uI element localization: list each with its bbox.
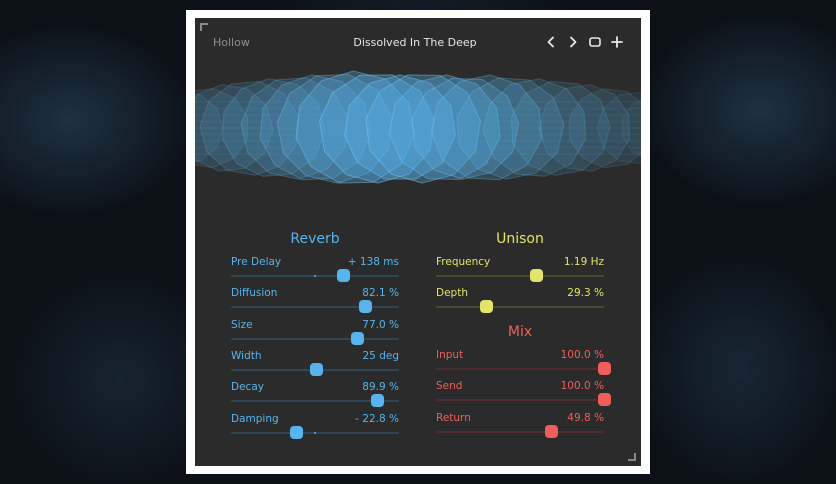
param-value[interactable]: 49.8 % <box>567 412 604 424</box>
slider-track[interactable] <box>231 337 399 340</box>
slider-center-marker <box>314 431 316 434</box>
window-button[interactable] <box>587 34 603 50</box>
param-value[interactable]: 1.19 Hz <box>564 256 604 268</box>
plus-icon <box>611 36 623 48</box>
slider-track[interactable] <box>436 399 604 402</box>
slider-thumb[interactable] <box>370 394 384 408</box>
param-label: Width <box>231 349 262 362</box>
mix-param-send: Send 100.0 % <box>436 380 611 407</box>
slider-thumb[interactable] <box>290 425 304 439</box>
param-value[interactable]: 100.0 % <box>561 349 604 361</box>
chevron-left-icon <box>547 36 554 48</box>
header-bar: Hollow Dissolved In The Deep <box>195 18 641 68</box>
param-value[interactable]: 82.1 % <box>362 287 399 299</box>
next-preset-button[interactable] <box>565 34 581 50</box>
window-icon <box>589 37 601 47</box>
reverb-param-decay: Decay 89.9 % <box>231 381 399 408</box>
slider-track[interactable] <box>436 275 604 277</box>
param-label: Decay <box>231 381 264 394</box>
param-value[interactable]: 77.0 % <box>362 319 399 331</box>
param-value[interactable]: 29.3 % <box>567 287 604 299</box>
param-label: Depth <box>436 287 468 300</box>
preset-bank-label[interactable]: Hollow <box>213 36 250 49</box>
param-label: Input <box>436 349 464 361</box>
slider-track[interactable] <box>436 368 604 370</box>
prev-preset-button[interactable] <box>543 34 559 50</box>
param-value[interactable]: 100.0 % <box>561 380 604 392</box>
chevron-right-icon <box>570 36 577 48</box>
slider-thumb[interactable] <box>337 269 351 282</box>
slider-center-marker <box>314 275 316 277</box>
mix-param-input: Input 100.0 % <box>436 349 611 375</box>
param-label: Send <box>436 380 463 393</box>
slider-thumb[interactable] <box>597 393 611 407</box>
slider-track[interactable] <box>436 430 604 433</box>
slider-thumb[interactable] <box>358 300 372 314</box>
reverb-param-size: Size 77.0 % <box>231 319 399 345</box>
slider-thumb[interactable] <box>310 362 324 376</box>
slider-thumb[interactable] <box>597 362 611 375</box>
param-value[interactable]: - 22.8 % <box>355 413 399 425</box>
add-preset-button[interactable] <box>609 34 625 50</box>
param-label: Return <box>436 411 471 424</box>
reverb-param-pre-delay: Pre Delay + 138 ms <box>231 256 399 282</box>
param-value[interactable]: 25 deg <box>363 350 400 362</box>
preset-name[interactable]: Dissolved In The Deep <box>315 36 515 49</box>
slider-track[interactable] <box>231 306 399 309</box>
param-value[interactable]: 89.9 % <box>362 381 399 393</box>
resize-handle-icon[interactable] <box>628 453 636 461</box>
param-label: Frequency <box>436 256 491 268</box>
param-value[interactable]: + 138 ms <box>348 256 399 268</box>
unison-title: Unison <box>496 231 544 247</box>
param-label: Pre Delay <box>231 256 282 268</box>
plugin-window: Hollow Dissolved In The Deep Reverb Pre … <box>195 18 641 466</box>
slider-thumb[interactable] <box>530 269 544 282</box>
reverb-title: Reverb <box>290 231 340 247</box>
reverb-param-diffusion: Diffusion 82.1 % <box>231 287 399 314</box>
slider-track[interactable] <box>436 306 604 309</box>
param-label: Diffusion <box>231 287 278 300</box>
reverb-visualizer <box>195 70 641 184</box>
unison-param-frequency: Frequency 1.19 Hz <box>436 256 604 282</box>
slider-thumb[interactable] <box>545 424 559 438</box>
reverb-param-damping: Damping - 22.8 % <box>231 413 399 439</box>
param-label: Damping <box>231 412 279 425</box>
param-label: Size <box>231 318 253 331</box>
unison-param-depth: Depth 29.3 % <box>436 287 604 314</box>
slider-thumb[interactable] <box>479 300 493 314</box>
mix-title: Mix <box>507 324 533 340</box>
slider-thumb[interactable] <box>350 331 364 345</box>
reverb-param-width: Width 25 deg <box>231 350 399 376</box>
mix-param-return: Return 49.8 % <box>436 412 604 438</box>
